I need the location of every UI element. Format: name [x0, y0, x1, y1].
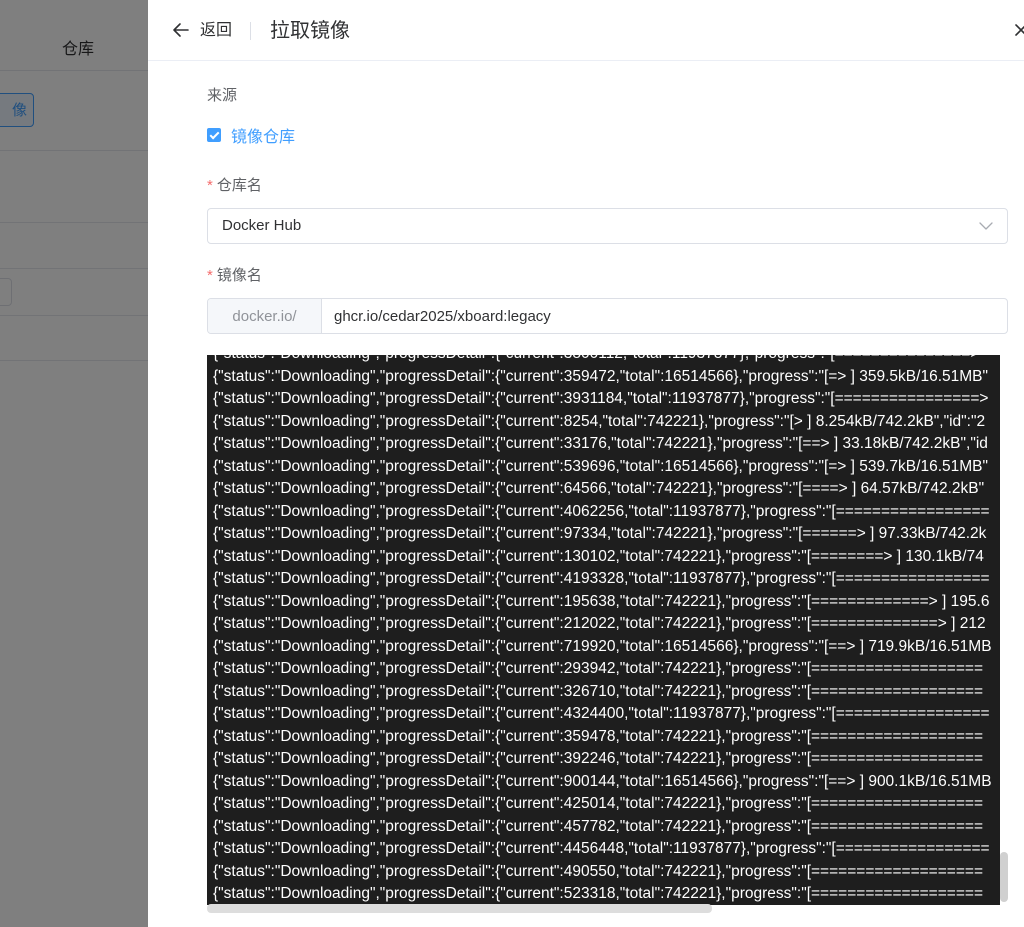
log-line: {"status":"Downloading","progressDetail"…	[213, 457, 988, 475]
log-line: {"status":"Downloading","progressDetail"…	[213, 727, 983, 745]
repo-name-label-text: 仓库名	[216, 177, 262, 194]
drawer-header: 返回 拉取镜像	[148, 0, 1024, 61]
log-line: {"status":"Downloading","progressDetail"…	[213, 885, 983, 902]
log-line: {"status":"Downloading","progressDetail"…	[213, 547, 984, 565]
log-line: {"status":"Downloading","progressDetail"…	[213, 570, 990, 587]
image-name-input-group: docker.io/ ghcr.io/cedar2025/xboard:lega…	[207, 298, 1008, 334]
log-line: {"status":"Downloading","progressDetail"…	[213, 637, 992, 655]
back-button[interactable]: 返回	[200, 21, 232, 41]
source-option-label[interactable]: 镜像仓库	[231, 123, 295, 147]
chevron-down-icon[interactable]	[979, 221, 993, 231]
arrow-left-icon[interactable]	[172, 20, 190, 40]
image-registry-prefix: docker.io/	[208, 299, 322, 333]
log-line: {"status":"Downloading","progressDetail"…	[213, 480, 985, 497]
checkmark-icon[interactable]	[207, 128, 221, 142]
log-line: {"status":"Downloading","progressDetail"…	[213, 502, 990, 520]
log-line: {"status":"Downloading","progressDetail"…	[213, 750, 983, 767]
close-icon[interactable]	[1014, 22, 1024, 38]
header-divider	[250, 22, 251, 40]
log-line: {"status":"Downloading","progressDetail"…	[213, 592, 990, 610]
repo-select[interactable]: Docker Hub	[207, 208, 1008, 244]
log-line: {"status":"Downloading","progressDetail"…	[213, 412, 986, 430]
log-line: {"status":"Downloading","progressDetail"…	[213, 525, 987, 542]
log-horizontal-scrollbar[interactable]	[207, 904, 712, 913]
log-line: {"status":"Downloading","progressDetail"…	[213, 840, 990, 857]
log-line: {"status":"Downloading","progressDetail"…	[213, 682, 983, 700]
log-line: {"status":"Downloading","progressDetail"…	[213, 705, 990, 722]
log-line: {"status":"Downloading","progressDetail"…	[213, 435, 988, 452]
repo-select-value: Docker Hub	[222, 217, 302, 234]
log-line: {"status":"Downloading","progressDetail"…	[213, 367, 988, 385]
log-line: {"status":"Downloading","progressDetail"…	[213, 355, 992, 366]
image-name-input[interactable]: ghcr.io/cedar2025/xboard:legacy	[322, 299, 1007, 333]
source-label: 来源	[207, 87, 238, 104]
log-line: {"status":"Downloading","progressDetail"…	[213, 862, 983, 880]
image-name-label: * 镜像名	[207, 266, 262, 286]
log-line: {"status":"Downloading","progressDetail"…	[213, 615, 986, 632]
log-line: {"status":"Downloading","progressDetail"…	[213, 795, 983, 812]
required-mark: *	[207, 177, 213, 194]
log-line: {"status":"Downloading","progressDetail"…	[213, 660, 983, 677]
required-mark: *	[207, 267, 213, 284]
drawer-title: 拉取镜像	[270, 20, 350, 42]
image-name-label-text: 镜像名	[216, 267, 262, 284]
log-line: {"status":"Downloading","progressDetail"…	[213, 817, 983, 835]
repo-name-label: * 仓库名	[207, 176, 262, 196]
log-lines: {"status":"Downloading","progressDetail"…	[213, 355, 992, 905]
log-vertical-scrollbar[interactable]	[1000, 852, 1008, 902]
source-checkbox[interactable]: 镜像仓库	[207, 123, 295, 147]
pull-image-drawer: 返回 拉取镜像 来源 镜像仓库 * 仓库名 Docker Hub * 镜像名 doc…	[148, 0, 1024, 927]
pull-log-output[interactable]: {"status":"Downloading","progressDetail"…	[207, 355, 1000, 905]
log-line: {"status":"Downloading","progressDetail"…	[213, 390, 989, 407]
log-line: {"status":"Downloading","progressDetail"…	[213, 772, 992, 790]
